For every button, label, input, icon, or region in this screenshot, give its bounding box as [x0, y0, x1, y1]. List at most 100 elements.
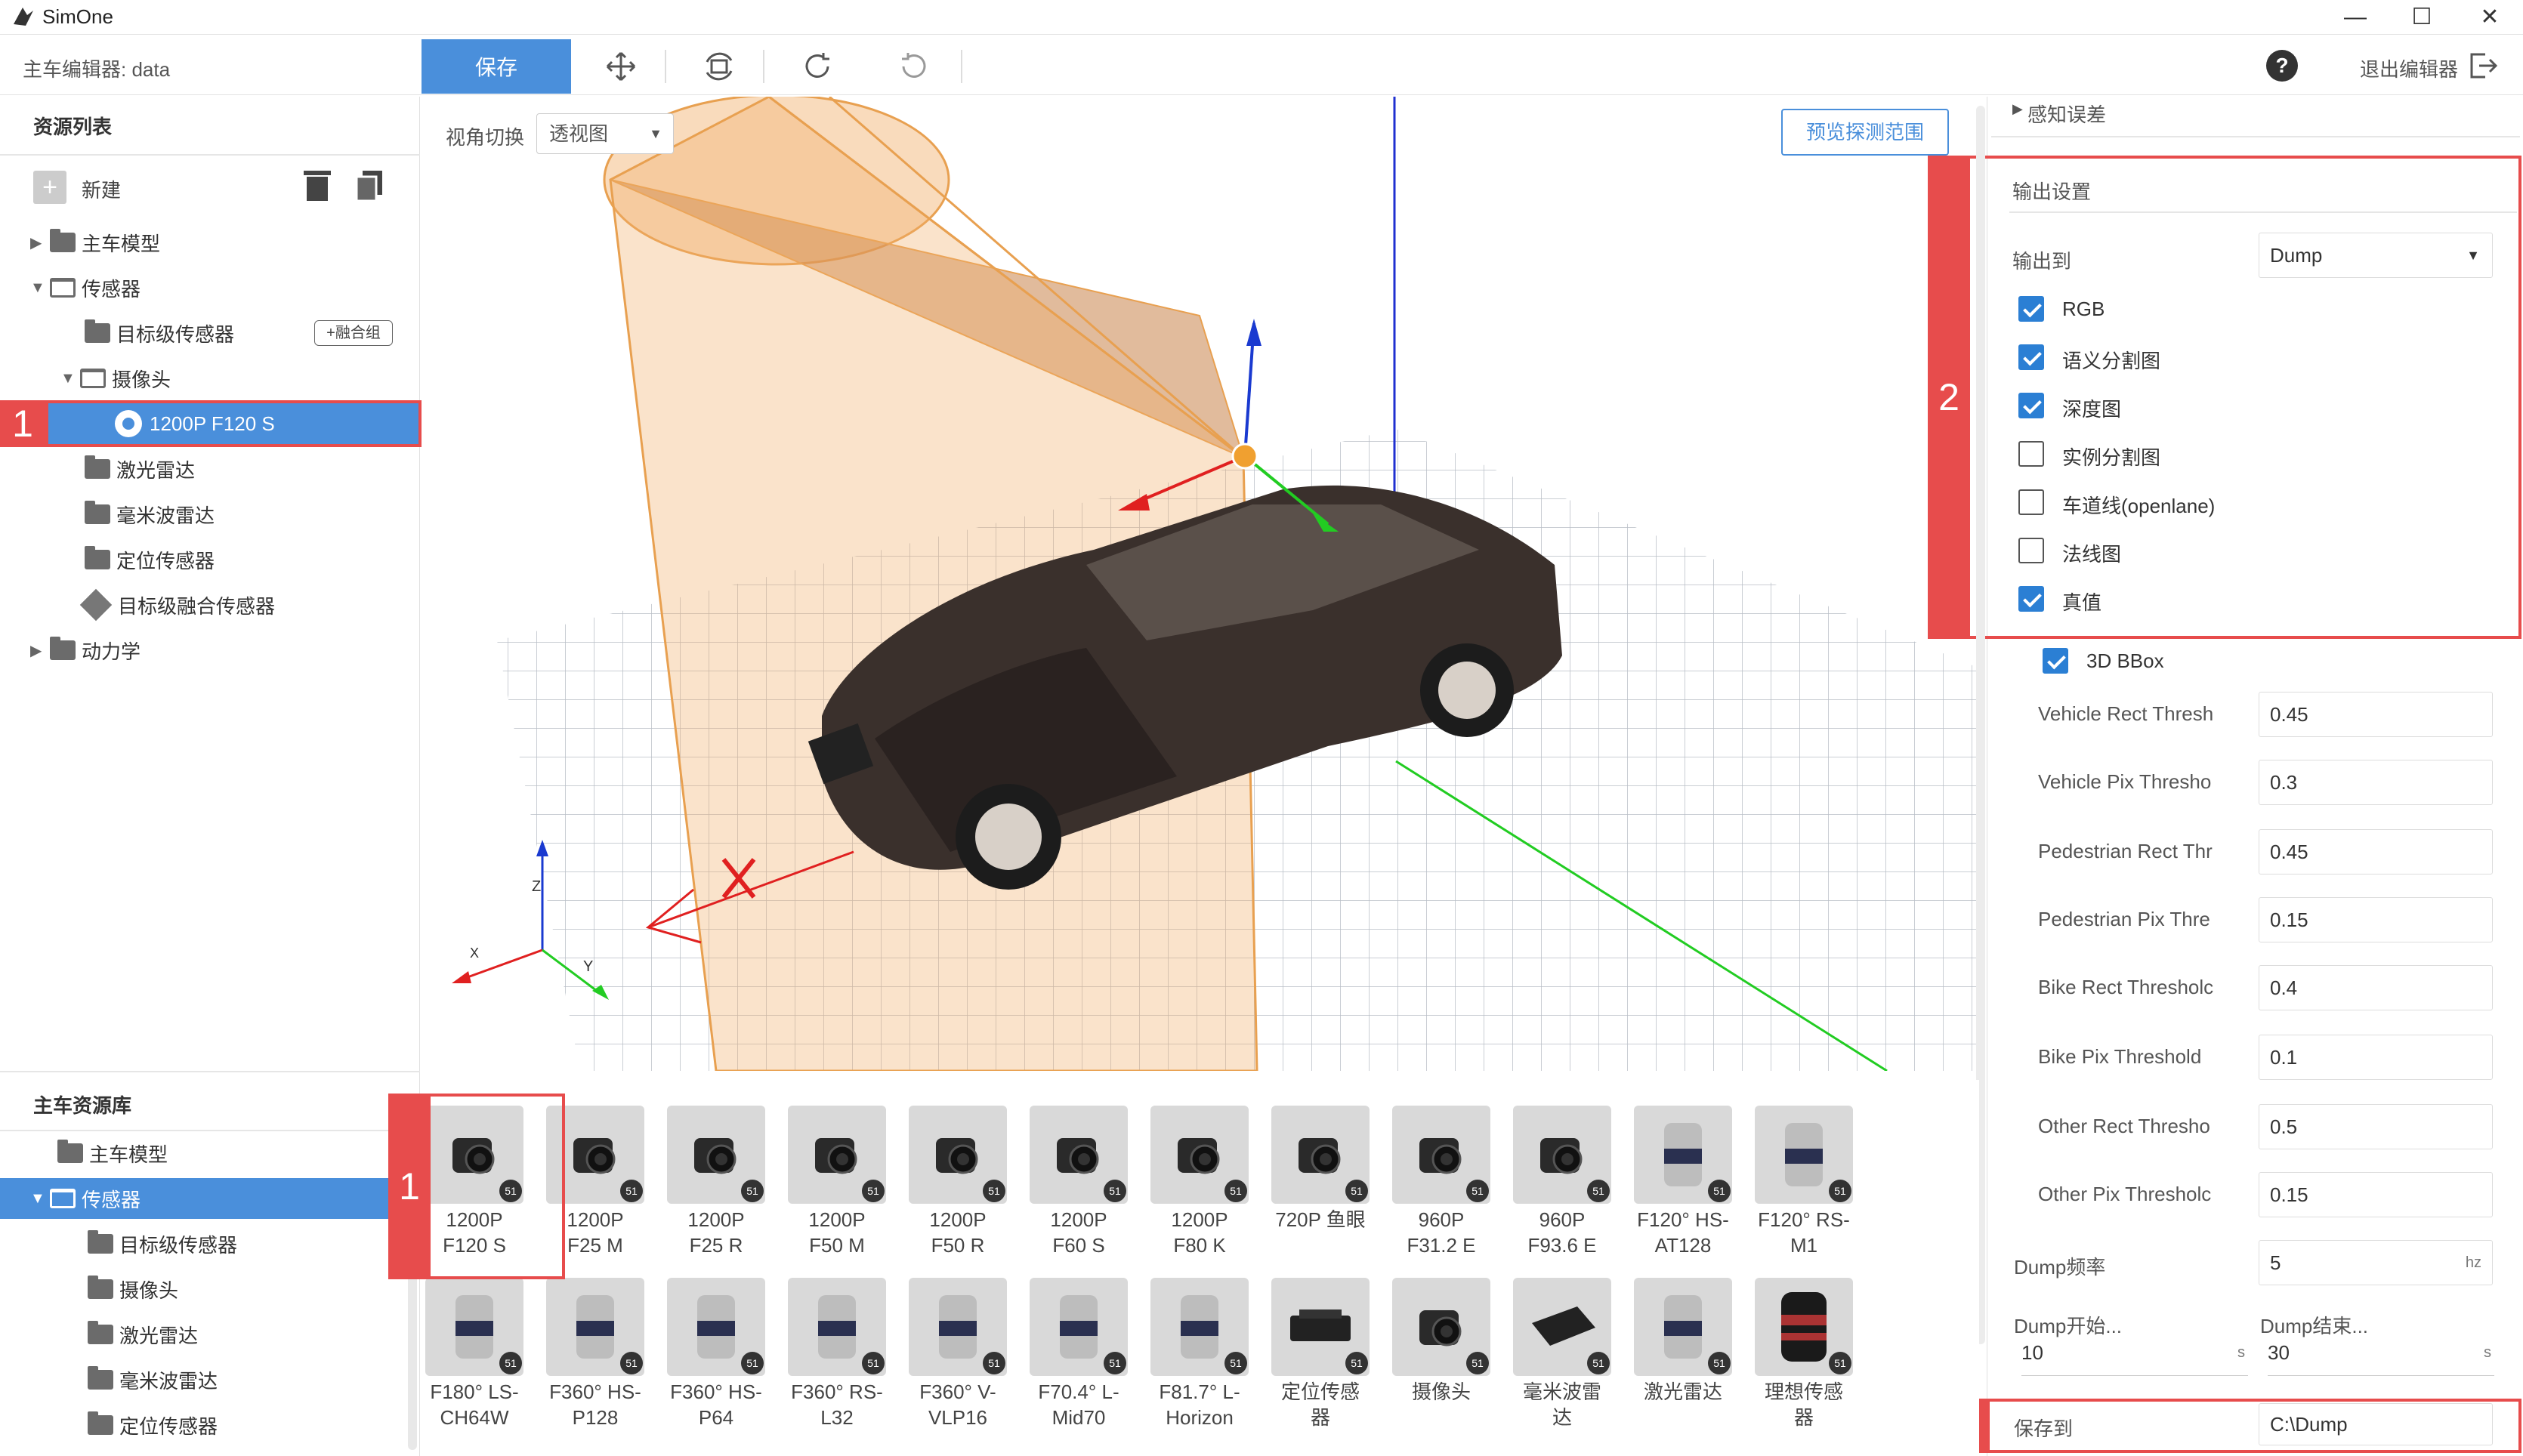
dump-frequency-input[interactable]: 5 hz — [2259, 1240, 2493, 1285]
asset-tile[interactable]: 51 理想传感器 — [1747, 1278, 1861, 1436]
save-button[interactable]: 保存 — [422, 39, 571, 94]
tree-item-lidar[interactable]: 激光雷达 — [85, 449, 402, 489]
minimize-button[interactable]: — — [2333, 2, 2378, 33]
close-button[interactable]: ✕ — [2467, 2, 2512, 33]
asset-label: F360° HS- P128 — [539, 1379, 652, 1430]
tree-item-vehicle-model[interactable]: ▶ 主车模型 — [30, 222, 415, 263]
dump-start-input[interactable]: 10 s — [2021, 1341, 2248, 1376]
asset-label-line1: F120° RS- — [1758, 1208, 1850, 1231]
bike-pix-thresh-input[interactable]: 0.1 — [2259, 1035, 2493, 1080]
asset-tile[interactable]: 51 F70.4° L- Mid70 — [1022, 1278, 1135, 1436]
sensor-thumbnail-icon: 51 — [546, 1278, 644, 1376]
bike-rect-thresh-input[interactable]: 0.4 — [2259, 965, 2493, 1010]
move-icon[interactable] — [600, 45, 642, 88]
other-rect-thresh-input[interactable]: 0.5 — [2259, 1104, 2493, 1149]
asset-tile[interactable]: 51 摄像头 — [1385, 1278, 1498, 1436]
asset-tile[interactable]: 51 定位传感器 — [1264, 1278, 1377, 1436]
view-select[interactable]: 透视图 ▼ — [536, 113, 674, 154]
asset-tile[interactable]: 51 1200P F50 M — [780, 1106, 894, 1264]
asset-label-line1: 960P — [1539, 1208, 1586, 1231]
copy-icon[interactable] — [354, 168, 384, 204]
sensor-thumbnail-icon: 51 — [909, 1106, 1007, 1204]
redo-icon[interactable] — [796, 45, 838, 88]
maximize-button[interactable]: ☐ — [2399, 2, 2444, 33]
tree-item-dynamics[interactable]: ▶ 动力学 — [30, 630, 415, 671]
vehicle-rect-thresh-input[interactable]: 0.45 — [2259, 692, 2493, 737]
view-select-value: 透视图 — [549, 122, 609, 145]
asset-label-line1: 1200P — [687, 1208, 745, 1231]
chevron-down-icon[interactable]: ▼ — [30, 1190, 50, 1208]
asset-label: 激光雷达 — [1626, 1379, 1740, 1405]
chevron-right-icon[interactable]: ▶ — [30, 233, 50, 252]
tree-item-label: 激光雷达 — [119, 1324, 199, 1347]
pedestrian-pix-thresh-input[interactable]: 0.15 — [2259, 897, 2493, 942]
new-button[interactable]: 新建 — [82, 175, 121, 203]
asset-tile[interactable]: 51 毫米波雷达 — [1505, 1278, 1619, 1436]
chevron-right-icon[interactable]: ▶ — [2012, 101, 2023, 117]
chevron-down-icon: ▼ — [649, 126, 662, 141]
3d-bbox-checkbox[interactable] — [2043, 648, 2068, 674]
exit-icon[interactable] — [2469, 51, 2499, 80]
chevron-right-icon[interactable]: ▶ — [30, 641, 50, 660]
library-item-sensors[interactable]: ▼ 传感器 — [0, 1178, 420, 1219]
asset-tile[interactable]: 51 1200P F50 R — [901, 1106, 1014, 1264]
asset-label-line1: 1200P — [929, 1208, 987, 1231]
asset-tile[interactable]: 51 1200P F25 R — [659, 1106, 773, 1264]
asset-tile[interactable]: 51 F180° LS- CH64W — [418, 1278, 531, 1436]
vehicle-pix-thresh-input[interactable]: 0.3 — [2259, 760, 2493, 805]
undo-icon[interactable] — [893, 45, 935, 88]
perception-error-section[interactable]: 感知误差 — [2027, 100, 2106, 128]
dump-end-input[interactable]: 30 s — [2268, 1341, 2494, 1376]
preview-range-button[interactable]: 预览探测范围 — [1781, 109, 1949, 156]
scene-canvas[interactable]: Z Y X — [422, 97, 1985, 1071]
trash-icon[interactable] — [302, 168, 332, 204]
exit-editor-button[interactable]: 退出编辑器 — [2360, 54, 2458, 82]
simone-badge-icon: 51 — [741, 1352, 764, 1374]
chevron-down-icon[interactable]: ▼ — [60, 370, 80, 387]
tree-item-positioning[interactable]: 定位传感器 — [85, 539, 402, 580]
asset-tile[interactable]: 51 720P 鱼眼 — [1264, 1106, 1377, 1264]
highlight-box — [1947, 1399, 2521, 1453]
asset-label-line1: F120° HS- — [1637, 1208, 1729, 1231]
asset-tile[interactable]: 51 F360° RS- L32 — [780, 1278, 894, 1436]
tree-item-camera[interactable]: ▼ 摄像头 — [60, 358, 408, 399]
asset-tile[interactable]: 51 F360° V- VLP16 — [901, 1278, 1014, 1436]
library-item-radar[interactable]: 毫米波雷达 — [88, 1359, 405, 1400]
asset-label: 1200P F60 S — [1022, 1207, 1135, 1258]
tree-item-fusion-sensor[interactable]: 目标级融合传感器 — [79, 585, 402, 625]
asset-tile[interactable]: 51 960P F93.6 E — [1505, 1106, 1619, 1264]
pedestrian-rect-thresh-input[interactable]: 0.45 — [2259, 829, 2493, 875]
asset-tile[interactable]: 51 F120° HS- AT128 — [1626, 1106, 1740, 1264]
asset-tile[interactable]: 51 F360° HS- P64 — [659, 1278, 773, 1436]
library-item-positioning[interactable]: 定位传感器 — [88, 1405, 405, 1445]
simone-badge-icon: 51 — [1224, 1352, 1247, 1374]
rotate-gizmo-icon[interactable] — [698, 45, 740, 88]
3d-viewport[interactable]: Z Y X — [422, 97, 1985, 1071]
other-pix-thresh-input[interactable]: 0.15 — [2259, 1172, 2493, 1217]
asset-tile[interactable]: 51 F81.7° L- Horizon — [1143, 1278, 1256, 1436]
asset-tile[interactable]: 51 激光雷达 — [1626, 1278, 1740, 1436]
chevron-down-icon[interactable]: ▼ — [30, 279, 50, 297]
simone-badge-icon: 51 — [1104, 1180, 1126, 1202]
asset-tile[interactable]: 51 1200P F60 S — [1022, 1106, 1135, 1264]
sensor-thumbnail-icon: 51 — [1634, 1106, 1732, 1204]
asset-tile[interactable]: 51 960P F31.2 E — [1385, 1106, 1498, 1264]
asset-tile[interactable]: 51 1200P F80 K — [1143, 1106, 1256, 1264]
tree-item-sensors[interactable]: ▼ 传感器 — [30, 267, 415, 308]
simone-badge-icon: 51 — [1104, 1352, 1126, 1374]
library-item-target-sensors[interactable]: 目标级传感器 — [88, 1223, 405, 1264]
asset-tile[interactable]: 51 F120° RS- M1 — [1747, 1106, 1861, 1264]
asset-label-line1: F70.4° L- — [1038, 1380, 1119, 1403]
new-icon[interactable]: + — [33, 171, 66, 204]
asset-label-line2: 器 — [1793, 1406, 1814, 1429]
tree-item-radar[interactable]: 毫米波雷达 — [85, 494, 402, 535]
asset-tile[interactable]: 51 F360° HS- P128 — [539, 1278, 652, 1436]
add-fusion-group-button[interactable]: +融合组 — [314, 320, 393, 346]
help-icon[interactable]: ? — [2266, 50, 2298, 82]
library-item-vehicle-model[interactable]: 主车模型 — [57, 1133, 412, 1174]
toolbar-divider — [763, 50, 764, 83]
library-item-camera[interactable]: 摄像头 — [88, 1269, 405, 1309]
asset-label-line1: F360° HS- — [549, 1380, 641, 1403]
sensor-thumbnail-icon: 51 — [1150, 1278, 1249, 1376]
library-item-lidar[interactable]: 激光雷达 — [88, 1314, 405, 1355]
